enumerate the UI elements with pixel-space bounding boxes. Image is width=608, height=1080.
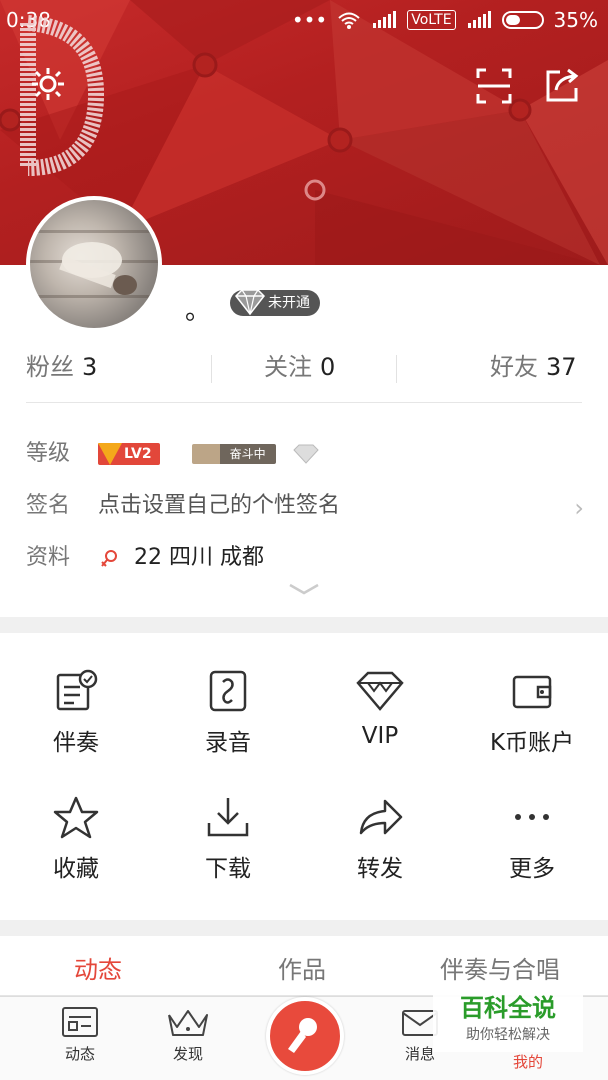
friends-label: 好友 <box>490 353 538 381</box>
divider <box>26 402 582 403</box>
menu-label: 伴奏 <box>53 730 99 756</box>
tab-works[interactable]: 作品 <box>278 950 326 985</box>
vip-status-text: 未开通 <box>268 295 310 311</box>
chevron-right-icon: › <box>574 494 584 522</box>
crown-icon <box>168 1010 208 1036</box>
signature-placeholder: 点击设置自己的个性签名 <box>98 493 341 518</box>
divider <box>211 355 212 383</box>
forward-icon <box>359 799 403 835</box>
info-value: 22 四川 成都 <box>134 545 264 570</box>
signal-icon <box>373 11 397 28</box>
divider <box>396 355 397 383</box>
share-icon[interactable] <box>542 66 582 106</box>
diamond-badge-icon <box>235 289 265 316</box>
menu-favorites[interactable]: 收藏 <box>0 795 152 883</box>
following-label: 关注 <box>264 353 312 381</box>
level-badge: LV2 <box>98 443 160 465</box>
tab-accompaniment-chorus[interactable]: 伴奏与合唱 <box>440 950 560 985</box>
menu-more[interactable]: 更多 <box>456 795 608 883</box>
nav-feed[interactable]: 动态 <box>40 1005 120 1064</box>
menu-label: K币账户 <box>489 730 575 756</box>
following-stat[interactable]: 关注 0 <box>264 345 335 390</box>
microphone-icon <box>288 1018 317 1053</box>
network-type: VoLTE <box>407 10 456 30</box>
menu-accompaniment[interactable]: 伴奏 <box>0 669 152 757</box>
function-grid: 伴奏 录音 VIP K币账户 收藏 下载 转发 更多 <box>0 633 608 920</box>
nav-label: 动态 <box>64 1045 95 1063</box>
nav-discover[interactable]: 发现 <box>148 1005 228 1064</box>
menu-forward[interactable]: 转发 <box>304 795 456 883</box>
menu-label: 录音 <box>205 730 251 756</box>
diamond-gray-icon <box>292 444 319 464</box>
signature-label: 签名 <box>26 493 71 518</box>
diamond-icon <box>356 671 404 711</box>
menu-label: 转发 <box>357 856 403 882</box>
watermark: 百科全说 助你轻松解决 <box>433 990 583 1052</box>
content-tabs: 动态 作品 伴奏与合唱 <box>0 936 608 996</box>
struggle-badge: 奋斗中 <box>191 444 276 464</box>
feed-icon <box>62 1007 98 1037</box>
level-label: 等级 <box>26 441 71 466</box>
fans-count: 3 <box>82 353 98 381</box>
star-icon <box>53 796 99 839</box>
more-icon <box>515 814 549 820</box>
watermark-subtitle: 助你轻松解决 <box>466 1027 550 1043</box>
wallet-icon <box>512 675 552 709</box>
record-button[interactable] <box>266 997 344 1075</box>
nav-label: 我的 <box>512 1053 543 1071</box>
menu-vip[interactable]: VIP <box>304 669 456 749</box>
menu-label: 下载 <box>205 856 251 882</box>
expand-chevron-icon[interactable] <box>288 582 320 596</box>
watermark-title: 百科全说 <box>460 994 556 1022</box>
nickname: 。 <box>185 296 212 326</box>
menu-download[interactable]: 下载 <box>152 795 304 883</box>
more-dots-icon: ••• <box>291 8 328 32</box>
nav-label: 消息 <box>404 1045 435 1063</box>
info-row[interactable]: 资料 22 四川 成都 <box>26 540 264 576</box>
settings-icon[interactable] <box>28 64 68 104</box>
info-label: 资料 <box>26 545 71 570</box>
avatar-figure <box>59 242 137 295</box>
nav-mine[interactable]: 我的 <box>488 1051 568 1072</box>
menu-label: 收藏 <box>53 856 99 882</box>
level-row[interactable]: 等级 LV2 奋斗中 <box>26 436 320 472</box>
vip-status-badge[interactable]: 未开通 <box>230 289 320 316</box>
level-badge-text: LV2 <box>124 446 152 462</box>
nav-label: 发现 <box>172 1045 203 1063</box>
female-icon <box>101 550 117 567</box>
battery-icon <box>501 11 544 29</box>
accompaniment-icon <box>56 669 98 711</box>
battery-level: 35% <box>553 8 598 32</box>
download-icon <box>207 798 249 837</box>
signature-row[interactable]: 签名 点击设置自己的个性签名 <box>26 488 582 524</box>
signal-icon-2 <box>467 11 491 28</box>
menu-label: VIP <box>361 723 399 749</box>
stats-row: 粉丝 3 关注 0 好友 37 <box>0 345 608 390</box>
fans-stat[interactable]: 粉丝 3 <box>26 345 97 390</box>
friends-stat[interactable]: 好友 37 <box>490 345 577 390</box>
wifi-icon <box>338 12 360 29</box>
menu-kcoin[interactable]: K币账户 <box>456 669 608 757</box>
avatar[interactable] <box>26 196 162 332</box>
friends-count: 37 <box>546 353 577 381</box>
menu-label: 更多 <box>509 856 555 882</box>
record-audio-icon <box>209 670 247 712</box>
fans-label: 粉丝 <box>26 353 74 381</box>
following-count: 0 <box>320 353 336 381</box>
scan-icon[interactable] <box>474 66 514 106</box>
tab-feed[interactable]: 动态 <box>74 950 122 985</box>
menu-record[interactable]: 录音 <box>152 669 304 757</box>
